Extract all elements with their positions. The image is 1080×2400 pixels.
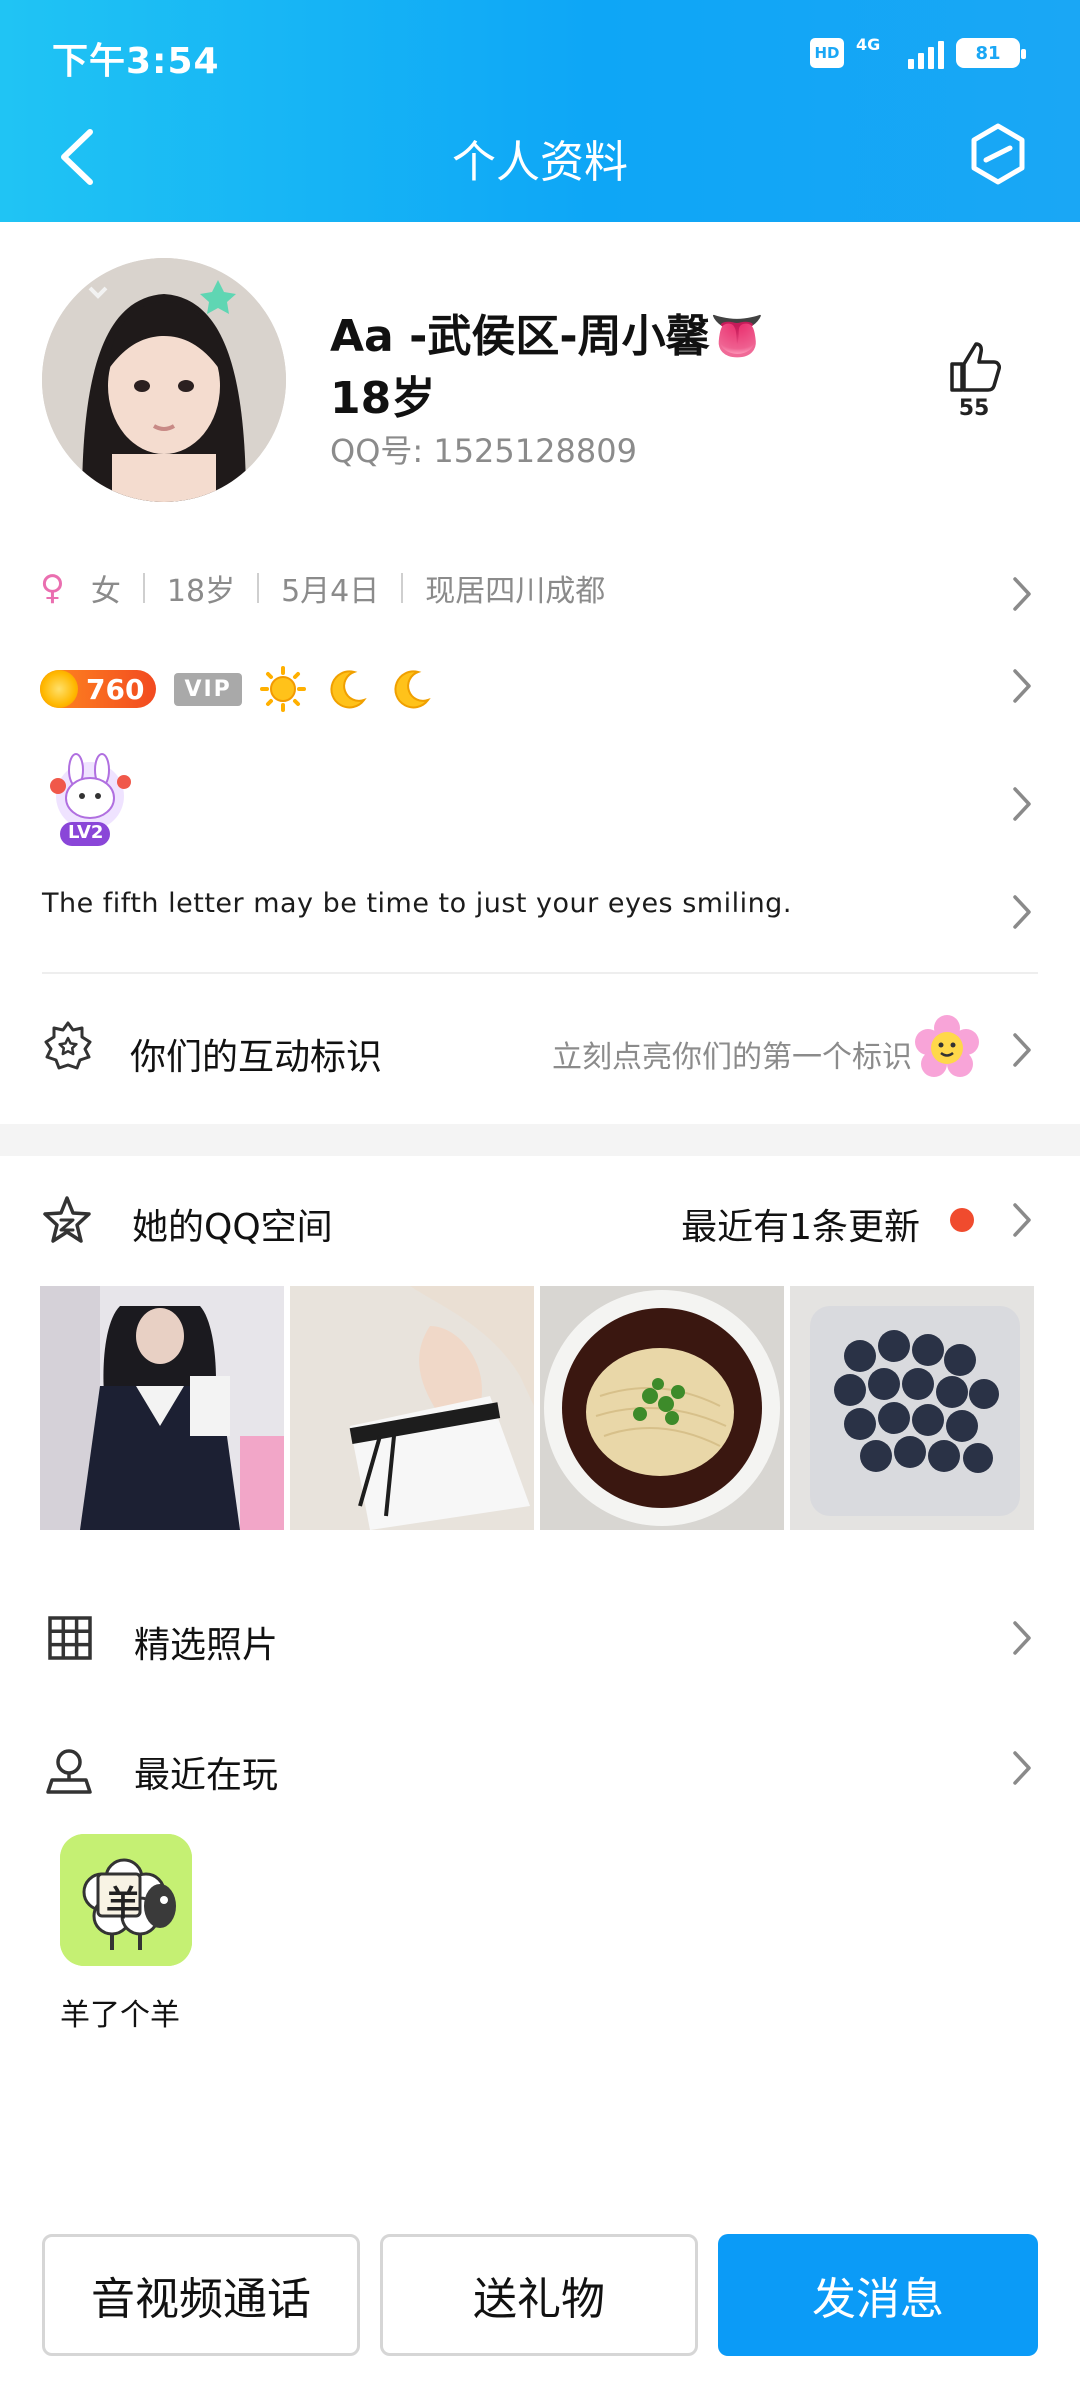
photo-image xyxy=(790,1286,1034,1530)
birthday-text: 5月4日 xyxy=(281,574,380,609)
recently-playing-label[interactable]: 最近在玩 xyxy=(134,1746,278,1798)
photo-image xyxy=(290,1286,534,1530)
level-badge[interactable]: LV2 xyxy=(40,752,140,852)
sun-icon xyxy=(259,666,306,712)
grid-icon xyxy=(48,1616,92,1660)
photo-image xyxy=(540,1286,784,1530)
qzone-photo-thumbnail[interactable] xyxy=(40,1286,284,1530)
chevron-right-icon[interactable] xyxy=(1010,1618,1034,1658)
interaction-label: 你们的互动标识 xyxy=(130,1037,383,1078)
avatar[interactable] xyxy=(42,258,286,502)
coin-badge: 760 xyxy=(40,670,157,708)
moon-icon xyxy=(330,670,367,709)
basic-info-row[interactable]: ♀ 女 18岁 5月4日 现居四川成都 xyxy=(40,566,605,610)
vip-badge: VIP xyxy=(174,672,242,706)
game-name: 羊了个羊 xyxy=(60,1998,180,2033)
location-text: 现居四川成都 xyxy=(425,574,606,609)
signal-icon xyxy=(908,37,944,69)
chevron-right-icon[interactable] xyxy=(1010,892,1034,932)
coin-icon xyxy=(40,670,78,708)
interaction-hint[interactable]: 立刻点亮你们的第一个标识 xyxy=(552,1032,912,1076)
qq-number: QQ号: 1525128809 xyxy=(330,432,637,470)
chevron-right-icon[interactable] xyxy=(1010,666,1034,706)
page-title: 个人资料 xyxy=(452,137,628,188)
flower-face-icon xyxy=(915,1015,979,1077)
photo-image xyxy=(40,1286,284,1530)
signature-text[interactable]: The fifth letter may be time to just you… xyxy=(42,888,792,919)
chevron-right-icon[interactable] xyxy=(1010,1200,1034,1240)
qzone-label: 她的QQ空间 xyxy=(132,1207,333,1248)
qzone-star-icon xyxy=(43,1196,91,1243)
badges-row[interactable]: 760 VIP xyxy=(40,666,434,712)
chevron-right-icon[interactable] xyxy=(1010,1030,1034,1070)
like-count: 55 xyxy=(958,396,990,421)
moon-icon xyxy=(394,670,431,709)
game-icon-char: 羊 xyxy=(106,1884,140,1924)
thumbs-up-icon[interactable] xyxy=(944,338,1004,398)
level-label: LV2 xyxy=(68,822,104,843)
female-icon: ♀ xyxy=(40,568,65,608)
section-gap xyxy=(0,1124,1080,1156)
gender-text: 女 xyxy=(90,574,121,609)
status-time: 下午3:54 xyxy=(52,41,220,82)
update-dot xyxy=(950,1208,974,1232)
game-location-icon xyxy=(46,1749,92,1794)
chevron-right-icon[interactable] xyxy=(1010,1748,1034,1788)
profile-name: Aa -武侯区-周小馨👅 xyxy=(330,311,765,362)
settings-hexagon-icon[interactable] xyxy=(966,122,1030,186)
coin-value: 760 xyxy=(86,672,145,706)
qzone-photo-thumbnail[interactable] xyxy=(540,1286,784,1530)
separator xyxy=(142,573,145,603)
header-bar: 下午3:54 HD 4G 81 个人资料 xyxy=(0,0,1080,222)
qzone-photo-thumbnail[interactable] xyxy=(790,1286,1034,1530)
qzone-update-text[interactable]: 最近有1条更新 xyxy=(681,1198,920,1250)
send-message-button[interactable]: 发消息 xyxy=(718,2234,1038,2356)
status-indicators: HD 4G 81 xyxy=(810,30,1026,76)
hd-icon: HD xyxy=(810,38,844,68)
avatar-image xyxy=(42,258,286,502)
battery-icon: 81 xyxy=(956,38,1026,68)
profile-age: 18岁 xyxy=(330,373,436,424)
separator xyxy=(401,573,404,603)
game-app-icon[interactable]: 羊 xyxy=(60,1834,192,1966)
interaction-badge-icon xyxy=(44,1021,92,1070)
send-gift-button[interactable]: 送礼物 xyxy=(380,2234,698,2356)
chevron-right-icon[interactable] xyxy=(1010,784,1034,824)
network-icon: 4G xyxy=(856,35,896,71)
divider xyxy=(42,972,1038,974)
network-label: 4G xyxy=(856,35,881,54)
selected-photos-label[interactable]: 精选照片 xyxy=(134,1616,278,1668)
qzone-photo-thumbnail[interactable] xyxy=(290,1286,534,1530)
separator xyxy=(257,573,260,603)
qzone-photo-strip xyxy=(40,1286,1034,1530)
age-text: 18岁 xyxy=(166,574,236,609)
video-call-button[interactable]: 音视频通话 xyxy=(42,2234,360,2356)
chevron-right-icon[interactable] xyxy=(1010,574,1034,614)
